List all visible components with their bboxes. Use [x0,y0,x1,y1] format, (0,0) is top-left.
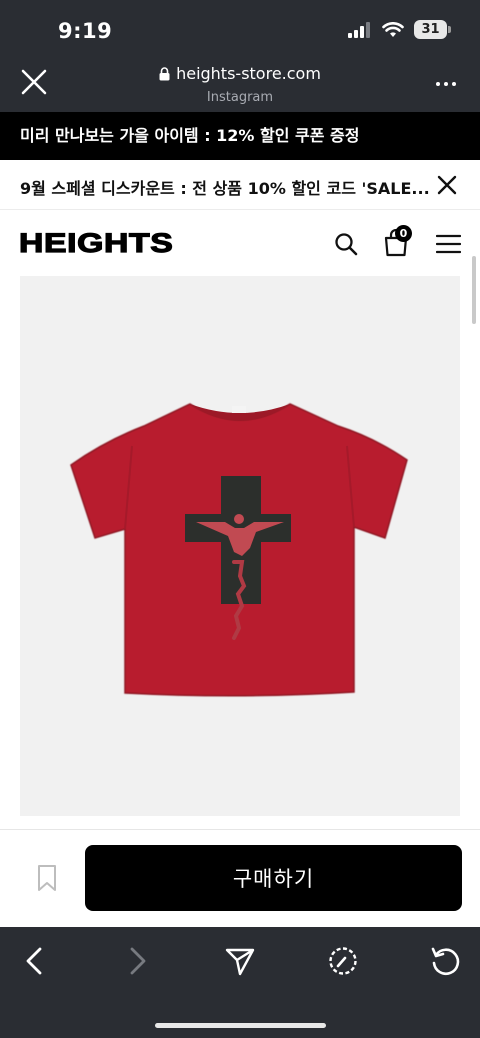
forward-icon[interactable] [120,944,154,978]
browser-chrome: 9:19 31 heights-store.com Instagram [0,0,480,112]
product-image[interactable] [20,276,460,816]
tshirt-illustration [70,403,408,697]
share-icon[interactable] [223,944,257,978]
reload-icon[interactable] [428,944,462,978]
source-label: Instagram [206,90,274,105]
scrollbar[interactable] [472,256,476,324]
lock-icon [159,66,170,80]
announcement-bar[interactable]: 미리 만나보는 가을 아이템 : 12% 할인 쿠폰 증정 [0,112,480,160]
promo-text[interactable]: 9월 스페셜 디스카운트 : 전 상품 10% 할인 코드 'SALE... [20,175,430,199]
status-time: 9:19 [58,19,113,43]
buy-button[interactable]: 구매하기 [85,845,462,911]
battery-icon: 31 [414,20,451,39]
divider [0,829,480,830]
promo-close-icon[interactable] [436,174,458,196]
bookmark-icon[interactable] [36,864,58,892]
more-dots-icon[interactable] [436,82,456,86]
address-bar[interactable]: heights-store.com Instagram [0,64,480,105]
status-icons: 31 [348,20,451,39]
url-text: heights-store.com [176,64,321,83]
compass-icon[interactable] [326,944,360,978]
logo[interactable]: HEIGHTS [18,227,173,259]
promo-bar: 9월 스페셜 디스카운트 : 전 상품 10% 할인 코드 'SALE... [0,160,480,210]
cart-count-badge: 0 [395,225,412,242]
back-icon[interactable] [18,944,52,978]
site-header: HEIGHTS [0,211,480,275]
wifi-icon [382,21,404,37]
menu-icon[interactable] [436,234,461,254]
home-indicator[interactable] [155,1023,326,1028]
browser-toolbar [0,927,480,1038]
battery-level: 31 [421,22,440,37]
signal-icon [348,21,370,38]
search-icon[interactable] [334,232,358,256]
